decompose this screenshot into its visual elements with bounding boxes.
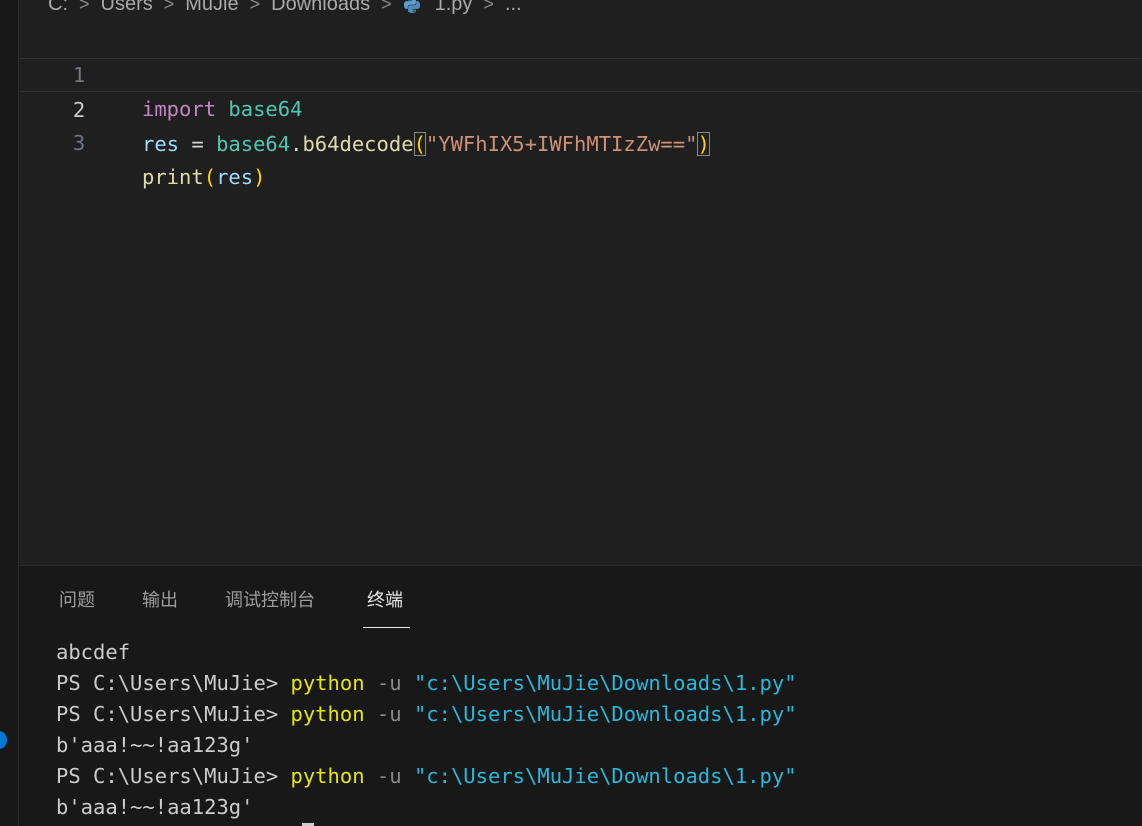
- terminal-argument: "c:\Users\MuJie\Downloads\1.py": [413, 764, 797, 788]
- terminal-line: PS C:\Users\MuJie> python -u "c:\Users\M…: [56, 668, 1136, 699]
- token-dot: .: [290, 132, 303, 156]
- terminal-output-text: abcdef: [56, 640, 131, 664]
- chevron-right-icon: >: [249, 0, 261, 14]
- tab-debug-console[interactable]: 调试控制台: [225, 586, 315, 616]
- tab-output[interactable]: 输出: [142, 586, 178, 616]
- terminal-output-text: b'aaa!~~!aa123g': [56, 733, 254, 757]
- terminal-flag: -u: [364, 671, 414, 695]
- terminal-line: abcdef: [56, 637, 1136, 668]
- breadcrumb: C: > Users > MuJie > Downloads > 1.py > …: [48, 0, 522, 16]
- terminal-prompt: PS C:\Users\MuJie>: [56, 671, 291, 695]
- terminal-flag: -u: [364, 702, 414, 726]
- line-number: 3: [72, 131, 86, 155]
- terminal-line: PS C:\Users\MuJie> python -u "c:\Users\M…: [56, 761, 1136, 792]
- chevron-right-icon: >: [381, 0, 392, 14]
- terminal-line: b'aaa!~~!aa123g': [56, 730, 1136, 761]
- breadcrumb-item-file[interactable]: 1.py: [435, 0, 473, 16]
- code-line-current[interactable]: 2 res = base64.b64decode("YWFhIX5+IWFhMT…: [19, 58, 1142, 156]
- token-function: b64decode: [302, 132, 414, 156]
- chevron-right-icon: >: [483, 0, 494, 14]
- token-function: print: [142, 165, 204, 189]
- bottom-panel: 问题 输出 调试控制台 终端 abcdef PS C:\Users\MuJie>…: [19, 565, 1142, 826]
- terminal-output[interactable]: abcdef PS C:\Users\MuJie> python -u "c:\…: [56, 637, 1136, 826]
- terminal-prompt: PS C:\Users\MuJie>: [56, 764, 291, 788]
- terminal-output-text: b'aaa!~~!aa123g': [56, 795, 254, 819]
- terminal-argument: "c:\Users\MuJie\Downloads\1.py": [413, 671, 797, 695]
- code-line[interactable]: 3 print(res): [19, 92, 1142, 189]
- chevron-right-icon: >: [79, 0, 90, 14]
- code-line[interactable]: 1 import base64: [19, 24, 1142, 121]
- terminal-command: python: [290, 702, 365, 726]
- token-string: "YWFhIX5+IWFhMTIzZw==": [425, 132, 698, 156]
- token-bracket-open: (: [203, 165, 217, 189]
- terminal-line: PS C:\Users\MuJie> python -u "c:\Users\M…: [56, 699, 1136, 730]
- terminal-command: python: [290, 671, 365, 695]
- token-variable: res: [142, 132, 180, 156]
- python-file-icon: [403, 0, 420, 13]
- breadcrumb-item-mujie[interactable]: MuJie: [185, 0, 238, 16]
- token-operator: =: [179, 132, 217, 156]
- status-indicator-dot[interactable]: [0, 731, 7, 749]
- token-variable: res: [216, 165, 254, 189]
- panel-tabs: 问题 输出 调试控制台 终端: [19, 566, 1142, 628]
- terminal-argument: "c:\Users\MuJie\Downloads\1.py": [413, 702, 797, 726]
- activity-gutter: [0, 0, 19, 826]
- token-bracket-close: ): [697, 132, 710, 156]
- token-module: base64: [216, 132, 291, 156]
- tab-terminal[interactable]: 终端: [367, 586, 403, 616]
- terminal-line: b'aaa!~~!aa123g': [56, 792, 1136, 823]
- breadcrumb-item-users[interactable]: Users: [101, 0, 153, 16]
- terminal-prompt: PS C:\Users\MuJie>: [56, 702, 291, 726]
- breadcrumb-item-more[interactable]: ...: [505, 0, 522, 16]
- code-text[interactable]: print(res): [142, 160, 265, 194]
- code-text[interactable]: res = base64.b64decode("YWFhIX5+IWFhMTIz…: [142, 127, 710, 161]
- breadcrumb-item-downloads[interactable]: Downloads: [271, 0, 370, 16]
- code-editor[interactable]: 1 import base64 2 res = base64.b64decode…: [19, 24, 1142, 565]
- terminal-command: python: [290, 764, 365, 788]
- token-bracket-close: ): [253, 165, 266, 189]
- active-tab-indicator: [363, 627, 410, 628]
- token-bracket-open: (: [413, 132, 426, 156]
- tab-problems[interactable]: 问题: [59, 586, 95, 616]
- terminal-flag: -u: [364, 764, 414, 788]
- chevron-right-icon: >: [163, 0, 175, 14]
- breadcrumb-item-drive[interactable]: C:: [48, 0, 68, 16]
